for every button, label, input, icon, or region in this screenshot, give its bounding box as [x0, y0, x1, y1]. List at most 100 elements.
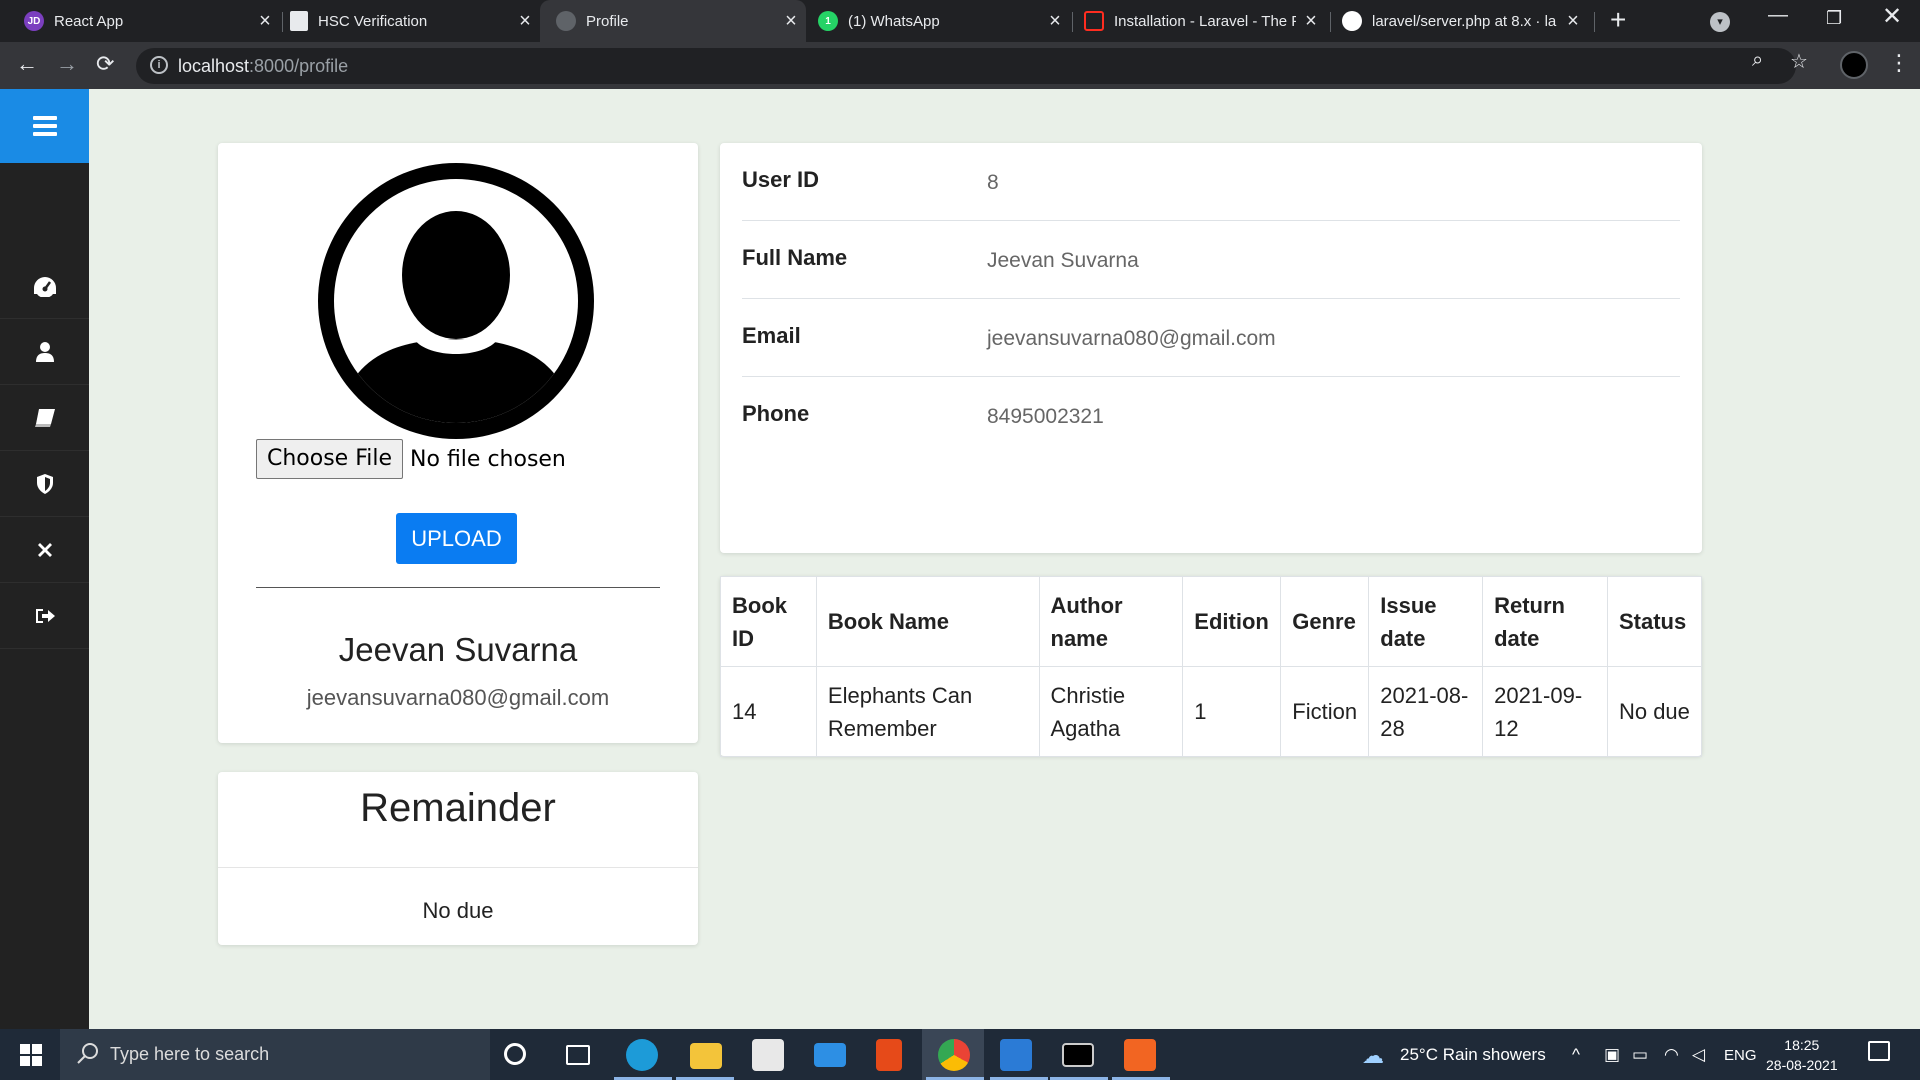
tray-chevron-icon[interactable]: ^	[1572, 1045, 1580, 1065]
wifi-icon[interactable]: ◠	[1664, 1045, 1679, 1065]
user-icon	[35, 341, 54, 362]
sidebar-item-books[interactable]	[0, 385, 89, 451]
vscode-icon[interactable]	[1000, 1039, 1032, 1071]
sidebar-item-logout[interactable]	[0, 583, 89, 649]
profile-card: Choose File No file chosen UPLOAD Jeevan…	[218, 143, 698, 743]
detail-value: Jeevan Suvarna	[987, 249, 1139, 272]
file-input[interactable]: Choose File No file chosen	[256, 439, 566, 479]
column-header: Book Name	[815, 576, 1040, 667]
close-tab-icon[interactable]: ×	[1040, 10, 1070, 33]
bookmark-star-icon[interactable]: ☆	[1790, 49, 1808, 74]
battery-icon[interactable]: ▭	[1632, 1045, 1648, 1065]
address-bar[interactable]: i localhost:8000/profile	[136, 48, 1796, 84]
forward-icon[interactable]: →	[56, 51, 78, 77]
choose-file-button[interactable]: Choose File	[256, 439, 404, 479]
sidebar-item-profile[interactable]	[0, 319, 89, 385]
mail-icon[interactable]	[814, 1043, 846, 1067]
minimize-icon[interactable]: —	[1768, 4, 1788, 27]
close-window-icon[interactable]: ✕	[1882, 2, 1902, 31]
edition-cell: 1	[1182, 666, 1282, 757]
menu-toggle-button[interactable]	[0, 89, 89, 163]
meet-now-icon[interactable]: ▣	[1604, 1045, 1620, 1065]
system-clock[interactable]: 18:25 28-08-2021	[1766, 1035, 1838, 1075]
column-header: Edition	[1182, 576, 1282, 667]
notifications-icon[interactable]	[1868, 1041, 1890, 1061]
books-table-card: Book ID Book Name Author name Edition Ge…	[720, 576, 1703, 757]
weather-icon[interactable]: ☁	[1362, 1043, 1384, 1069]
detail-row-email: Email jeevansuvarna080@gmail.com	[742, 299, 1680, 377]
taskbar-search-box[interactable]: Type here to search	[60, 1029, 490, 1080]
terminal-icon[interactable]	[1062, 1043, 1094, 1067]
column-header: Book ID	[720, 576, 817, 667]
table-header-row: Book ID Book Name Author name Edition Ge…	[720, 576, 1703, 667]
books-table: Book ID Book Name Author name Edition Ge…	[720, 576, 1703, 757]
column-header: Return date	[1482, 576, 1608, 667]
shield-icon	[36, 473, 53, 494]
language-indicator[interactable]: ENG	[1724, 1047, 1757, 1064]
logout-icon	[35, 608, 55, 623]
table-row: 14 Elephants Can Remember Christie Agath…	[720, 666, 1703, 757]
browser-toolbar: ← → ⟳ i localhost:8000/profile ⌕ ☆ ⋮	[0, 42, 1920, 89]
globe-favicon-icon	[556, 11, 576, 31]
tab-github-server-php[interactable]: laravel/server.php at 8.x · la ×	[1332, 0, 1588, 42]
url-text[interactable]: localhost:8000/profile	[178, 56, 348, 77]
tab-title: Profile	[586, 12, 629, 30]
close-tab-icon[interactable]: ×	[1296, 10, 1326, 33]
site-info-icon[interactable]: i	[150, 56, 168, 74]
return-date-cell: 2021-09-12	[1482, 666, 1608, 757]
avatar-icon	[318, 163, 594, 439]
close-tab-icon[interactable]: ×	[510, 10, 540, 33]
detail-value: 8495002321	[987, 405, 1104, 428]
clock-date: 28-08-2021	[1766, 1057, 1838, 1073]
back-icon[interactable]: ←	[16, 51, 38, 77]
tab-search-icon[interactable]: ▾	[1710, 12, 1730, 32]
close-tab-icon[interactable]: ×	[250, 10, 280, 33]
tab-hsc-verification[interactable]: HSC Verification ×	[284, 0, 540, 42]
detail-value: 8	[987, 171, 999, 194]
detail-label: Full Name	[742, 245, 848, 270]
new-tab-icon[interactable]: +	[1610, 4, 1626, 36]
book-id-cell: 14	[720, 666, 817, 757]
close-tab-icon[interactable]: ×	[1558, 10, 1588, 33]
sidebar-item-security[interactable]	[0, 451, 89, 517]
search-placeholder: Type here to search	[110, 1044, 270, 1064]
sidebar-item-dashboard[interactable]	[0, 253, 89, 319]
zoom-icon[interactable]: ⌕	[1752, 49, 1763, 72]
file-explorer-icon[interactable]	[690, 1043, 722, 1069]
tab-title: laravel/server.php at 8.x · la	[1372, 12, 1557, 30]
tab-laravel-installation[interactable]: Installation - Laravel - The P ×	[1074, 0, 1326, 42]
weather-text[interactable]: 25°C Rain showers	[1400, 1045, 1546, 1065]
tab-whatsapp[interactable]: 1 (1) WhatsApp ×	[806, 0, 1070, 42]
genre-cell: Fiction	[1280, 666, 1370, 757]
windows-start-icon[interactable]	[20, 1044, 42, 1066]
cortana-icon[interactable]	[504, 1043, 526, 1065]
divider	[218, 867, 698, 868]
column-header: Genre	[1280, 576, 1370, 667]
file-status-text: No file chosen	[410, 446, 566, 472]
office-icon[interactable]	[876, 1039, 902, 1071]
detail-value: jeevansuvarna080@gmail.com	[987, 327, 1276, 350]
reminder-card: Remainder No due	[218, 772, 698, 945]
browser-tab-strip: JD React App × HSC Verification × Profil…	[0, 0, 1920, 42]
app-sidebar	[0, 89, 89, 1029]
chrome-icon[interactable]	[938, 1039, 970, 1071]
reminder-title: Remainder	[360, 786, 556, 830]
reload-icon[interactable]: ⟳	[96, 51, 114, 77]
xampp-icon[interactable]	[1124, 1039, 1156, 1071]
restore-icon[interactable]: ❐	[1826, 8, 1842, 29]
tab-react-app[interactable]: JD React App ×	[0, 0, 280, 42]
profile-email: jeevansuvarna080@gmail.com	[306, 685, 610, 710]
store-icon[interactable]	[752, 1039, 784, 1071]
edge-icon[interactable]	[626, 1039, 658, 1071]
tab-title: HSC Verification	[318, 12, 428, 30]
close-tab-icon[interactable]: ×	[776, 10, 806, 33]
menu-icon	[32, 112, 57, 140]
task-view-icon[interactable]	[566, 1045, 590, 1065]
more-menu-icon[interactable]: ⋮	[1888, 50, 1910, 76]
upload-button[interactable]: UPLOAD	[396, 513, 517, 564]
volume-icon[interactable]: ◁	[1692, 1045, 1705, 1065]
profile-avatar-icon[interactable]	[1840, 51, 1868, 79]
tab-profile[interactable]: Profile ×	[540, 0, 806, 42]
sidebar-item-close[interactable]	[0, 517, 89, 583]
column-header: Author name	[1038, 576, 1184, 667]
